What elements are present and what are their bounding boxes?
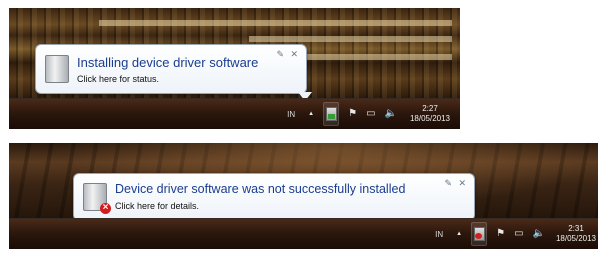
clock-time: 2:31: [568, 224, 584, 233]
device-driver-icon: [325, 107, 337, 121]
close-icon[interactable]: ✕: [458, 178, 466, 188]
network-icon[interactable]: ▭: [366, 109, 375, 119]
device-driver-error-icon: [83, 183, 111, 214]
clock-time: 2:27: [422, 104, 438, 113]
device-driver-icon: [45, 55, 69, 83]
notification-subtitle[interactable]: Click here for details.: [115, 201, 199, 211]
device-install-tray-icon[interactable]: [323, 102, 340, 126]
volume-icon[interactable]: 🔈: [533, 229, 545, 239]
system-tray: IN ▲ ⚑ ▭ 🔈 2:27 18/05/2013: [287, 99, 454, 129]
volume-icon[interactable]: 🔈: [385, 109, 397, 119]
clock-date: 18/05/2013: [409, 114, 451, 123]
notification-title: Device driver software was not successfu…: [115, 182, 406, 196]
screenshot-installing: Installing device driver software Click …: [9, 8, 460, 129]
notification-balloon-installing[interactable]: Installing device driver software Click …: [35, 44, 312, 101]
clock[interactable]: 2:27 18/05/2013: [406, 104, 454, 124]
device-driver-error-icon: [473, 227, 485, 241]
device-install-tray-icon[interactable]: [471, 222, 488, 246]
taskbar: IN ▲ ⚑ ▭ 🔈 2:27 18/05/2013: [9, 98, 460, 129]
notification-title: Installing device driver software: [77, 55, 259, 70]
system-tray: IN ▲ ⚑ ▭ 🔈 2:31 18/05/2013: [435, 219, 598, 249]
network-icon[interactable]: ▭: [514, 229, 523, 239]
show-hidden-icons-icon[interactable]: ▲: [308, 109, 314, 119]
taskbar: IN ▲ ⚑ ▭ 🔈 2:31 18/05/2013: [9, 218, 598, 249]
pin-icon[interactable]: ✎: [444, 178, 452, 188]
language-indicator[interactable]: IN: [287, 110, 295, 119]
clock-date: 18/05/2013: [555, 234, 597, 243]
wallpaper-shelf: [99, 20, 452, 26]
show-hidden-icons-icon[interactable]: ▲: [456, 229, 462, 239]
screenshot-failed: Device driver software was not successfu…: [9, 143, 598, 249]
clock[interactable]: 2:31 18/05/2013: [554, 224, 598, 244]
action-center-flag-icon[interactable]: ⚑: [348, 109, 357, 119]
language-indicator[interactable]: IN: [435, 230, 443, 239]
notification-balloon-failed[interactable]: Device driver software was not successfu…: [73, 173, 475, 228]
notification-subtitle[interactable]: Click here for status.: [77, 74, 159, 84]
wallpaper-shelf: [249, 36, 452, 42]
pin-icon[interactable]: ✎: [276, 49, 284, 59]
action-center-flag-icon[interactable]: ⚑: [496, 229, 505, 239]
close-icon[interactable]: ✕: [290, 49, 298, 59]
